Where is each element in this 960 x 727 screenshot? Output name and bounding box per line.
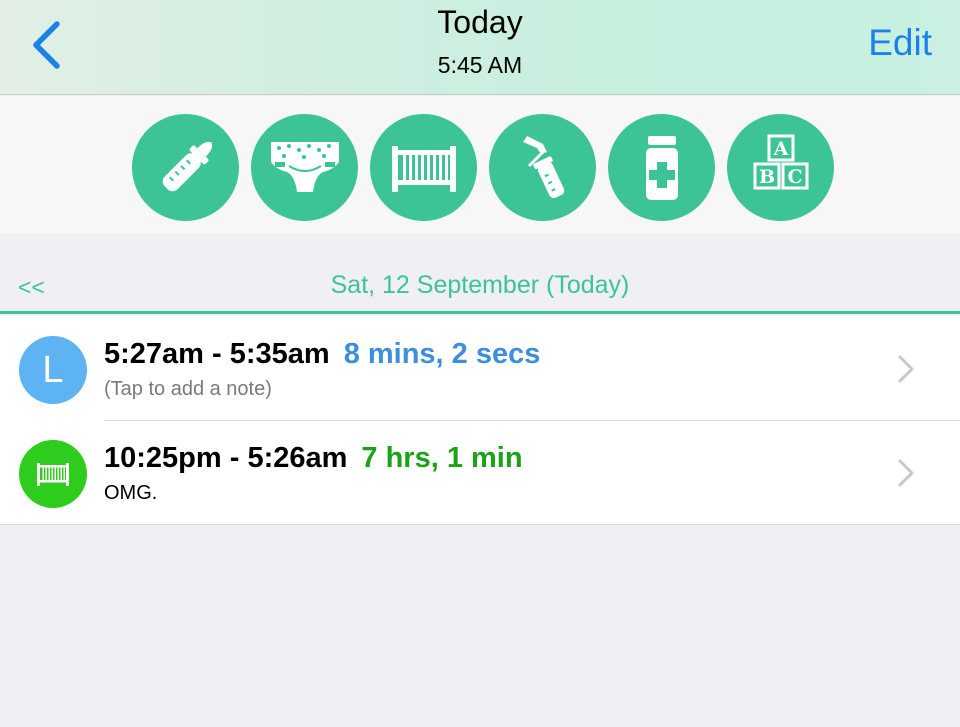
feeding-bottle-button[interactable] xyxy=(132,114,239,221)
pumping-button[interactable] xyxy=(489,114,596,221)
sleep-crib-button[interactable] xyxy=(370,114,477,221)
entry-list: L 5:27am - 5:35am 8 mins, 2 secs (Tap to … xyxy=(0,316,960,525)
list-item[interactable]: L 5:27am - 5:35am 8 mins, 2 secs (Tap to … xyxy=(0,316,960,420)
current-time: 5:45 AM xyxy=(437,52,523,78)
entry-time-range: 5:27am - 5:35am xyxy=(104,338,330,370)
crib-icon xyxy=(37,463,69,486)
entry-summary: 5:27am - 5:35am 8 mins, 2 secs xyxy=(104,338,540,371)
medicine-button[interactable] xyxy=(608,114,715,221)
diaper-icon xyxy=(270,141,339,192)
day-divider xyxy=(0,311,960,314)
crib-icon xyxy=(391,145,456,192)
medicine-icon xyxy=(645,135,678,200)
breast-pump-icon xyxy=(522,135,564,198)
abc-blocks-icon: A B C xyxy=(753,134,808,189)
bottle-icon xyxy=(162,141,212,191)
entry-time-range: 10:25pm - 5:26am xyxy=(104,442,348,474)
navigation-bar: Today 5:45 AM Edit xyxy=(0,0,960,95)
edit-button[interactable]: Edit xyxy=(868,22,932,64)
day-header: << Sat, 12 September (Today) xyxy=(0,233,960,314)
entry-summary: 10:25pm - 5:26am 7 hrs, 1 min xyxy=(104,442,523,475)
activity-button[interactable]: A B C xyxy=(727,114,834,221)
day-label: Sat, 12 September (Today) xyxy=(330,271,630,299)
entry-duration: 7 hrs, 1 min xyxy=(361,442,523,474)
entry-note[interactable]: OMG. xyxy=(104,482,157,505)
diaper-button[interactable] xyxy=(251,114,358,221)
chevron-right-icon xyxy=(898,459,914,487)
chevron-right-icon xyxy=(898,355,914,383)
category-toolbar: A B C xyxy=(0,96,960,233)
svg-text:C: C xyxy=(787,166,802,188)
avatar: L xyxy=(19,336,87,404)
page-title: Today xyxy=(437,4,523,40)
entry-note[interactable]: (Tap to add a note) xyxy=(104,378,272,401)
svg-text:B: B xyxy=(758,166,774,188)
list-item[interactable]: 10:25pm - 5:26am 7 hrs, 1 min OMG. xyxy=(0,420,960,524)
entry-duration: 8 mins, 2 secs xyxy=(343,338,541,370)
avatar xyxy=(19,440,87,508)
avatar-letter: L xyxy=(42,348,64,391)
svg-text:A: A xyxy=(772,138,788,160)
